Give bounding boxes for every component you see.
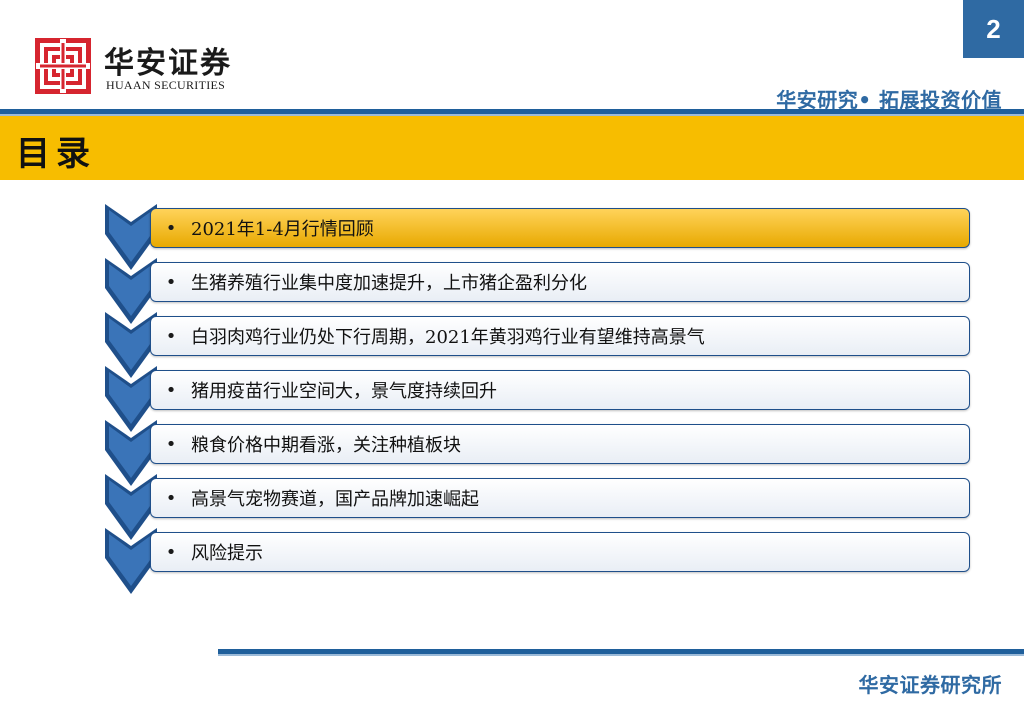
toc-item-5[interactable]: • 粮食价格中期看涨，关注种植板块 bbox=[150, 424, 970, 464]
bullet-icon: • bbox=[165, 325, 177, 347]
brand-name-cn: 华安证券 bbox=[104, 46, 232, 81]
toc-item-label: 白羽肉鸡行业仍处下行周期，2021年黄羽鸡行业有望维持高景气 bbox=[191, 327, 705, 348]
toc-item-label: 高景气宠物赛道，国产品牌加速崛起 bbox=[191, 489, 479, 510]
toc-item-1[interactable]: • 2021年1-4月行情回顾 bbox=[150, 208, 970, 248]
toc-item-label: 风险提示 bbox=[191, 543, 263, 564]
toc-item-4[interactable]: • 猪用疫苗行业空间大，景气度持续回升 bbox=[150, 370, 970, 410]
toc-item-label: 生猪养殖行业集中度加速提升，上市猪企盈利分化 bbox=[191, 273, 587, 294]
bullet-icon: • bbox=[165, 379, 177, 401]
page-title: 目录 bbox=[16, 134, 96, 174]
toc-item-label: 粮食价格中期看涨，关注种植板块 bbox=[191, 435, 461, 456]
bullet-icon: • bbox=[165, 541, 177, 563]
toc-item-7[interactable]: • 风险提示 bbox=[150, 532, 970, 572]
toc-item-label: 猪用疫苗行业空间大，景气度持续回升 bbox=[191, 381, 497, 402]
bullet-icon: • bbox=[165, 271, 177, 293]
toc-item-6[interactable]: • 高景气宠物赛道，国产品牌加速崛起 bbox=[150, 478, 970, 518]
bullet-icon: • bbox=[165, 433, 177, 455]
title-band bbox=[0, 116, 1024, 180]
bullet-icon: • bbox=[165, 487, 177, 509]
toc-item-3[interactable]: • 白羽肉鸡行业仍处下行周期，2021年黄羽鸡行业有望维持高景气 bbox=[150, 316, 970, 356]
page-number: 2 bbox=[963, 0, 1024, 58]
footer-divider-accent bbox=[218, 654, 1024, 656]
toc-item-2[interactable]: • 生猪养殖行业集中度加速提升，上市猪企盈利分化 bbox=[150, 262, 970, 302]
footer-text: 华安证券研究所 bbox=[858, 673, 1002, 697]
company-logo bbox=[35, 38, 91, 94]
bullet-icon: • bbox=[165, 217, 177, 239]
toc-item-label: 2021年1-4月行情回顾 bbox=[191, 219, 374, 240]
brand-name-en: HUAAN SECURITIES bbox=[106, 78, 226, 92]
